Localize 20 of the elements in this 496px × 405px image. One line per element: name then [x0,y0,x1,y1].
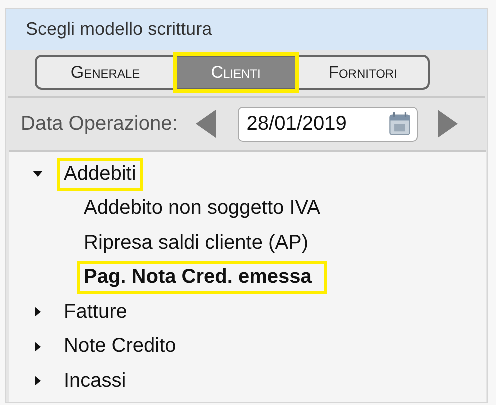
panel-title: Scegli modello scrittura [26,19,212,40]
tree-item[interactable]: Addebiti [57,158,144,191]
expand-caret-icon[interactable] [33,307,43,318]
expand-caret-icon[interactable] [33,342,43,352]
previous-arrow-icon[interactable] [196,110,216,138]
tree-item[interactable]: Note Credito [57,330,184,364]
tree-item[interactable]: Pag. Nota Cred. emessa [77,261,327,294]
expand-caret-icon[interactable] [33,376,43,386]
calendar-icon[interactable] [388,112,411,136]
next-arrow-icon[interactable] [438,110,458,138]
date-label: Data Operazione: [21,112,178,136]
tab[interactable]: Generale [35,55,176,90]
tree-item[interactable]: Ripresa saldi cliente (AP) [77,226,316,260]
tab[interactable]: Clienti [176,55,296,90]
collapse-caret-icon[interactable] [33,169,43,180]
tree-item[interactable]: Fatture [57,296,134,329]
date-field[interactable]: 28/01/2019 [238,106,418,142]
tree-item[interactable]: Incassi [57,364,134,398]
tab[interactable]: Fornitori [296,55,430,90]
tree-item[interactable]: Addebito non soggetto IVA [77,192,328,226]
